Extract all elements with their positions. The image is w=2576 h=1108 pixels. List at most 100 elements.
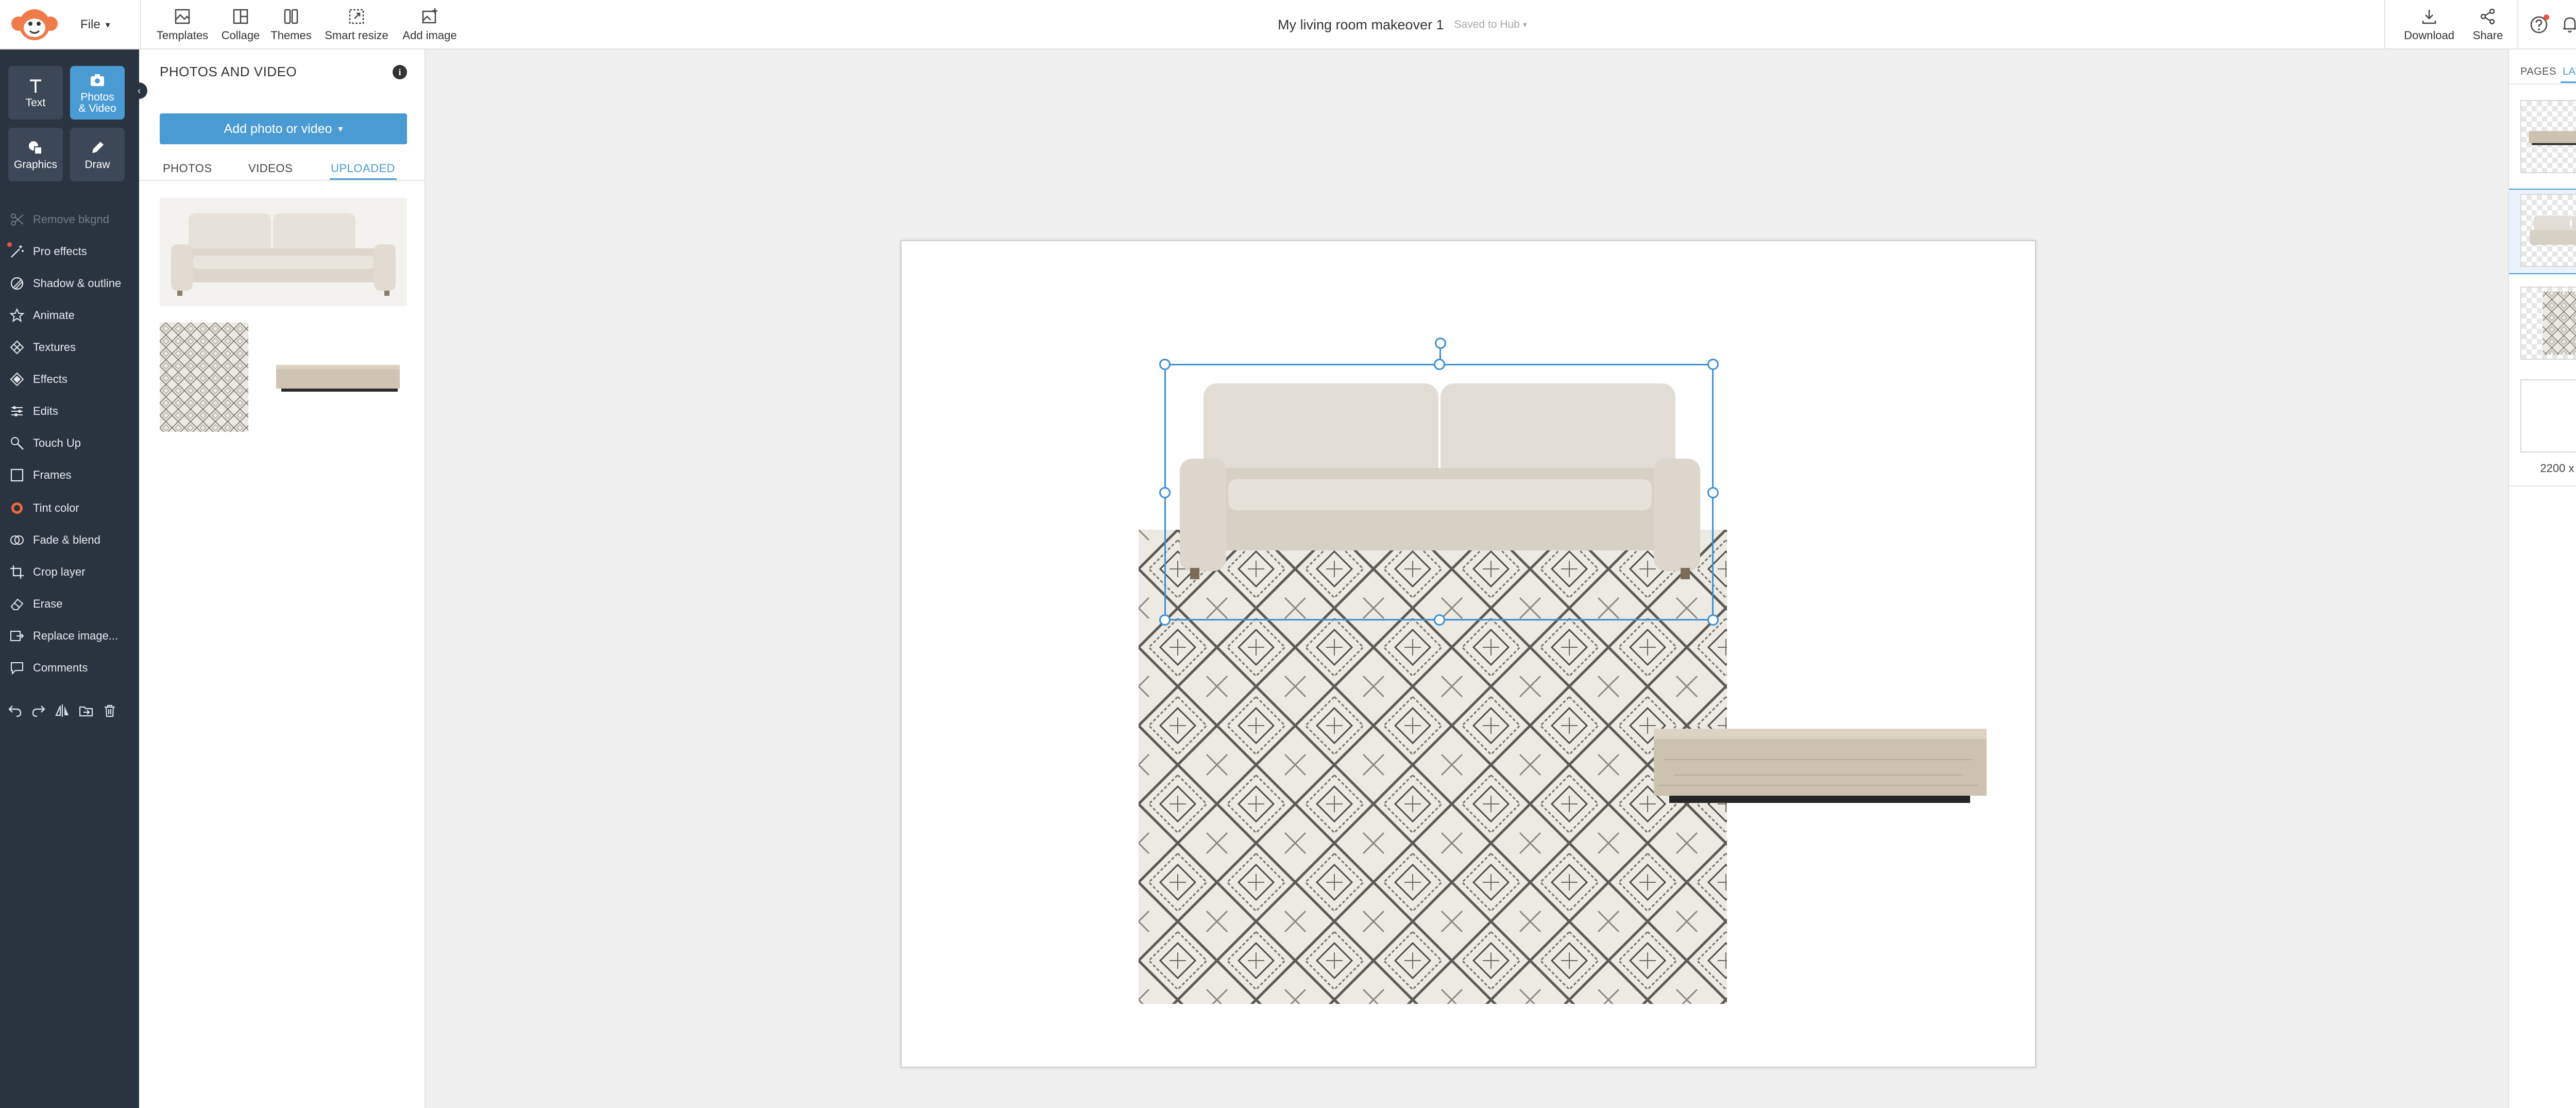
tabs-underline xyxy=(139,180,426,181)
tool-fade-blend[interactable]: Fade & blend xyxy=(0,525,139,556)
pencil-icon xyxy=(92,142,104,153)
tool-crop-layer[interactable]: Crop layer xyxy=(0,557,139,587)
collapse-panel-button[interactable]: ‹ xyxy=(131,82,147,99)
new-feature-dot xyxy=(7,242,12,247)
tool-label: Pro effects xyxy=(33,245,87,258)
templates-icon xyxy=(175,9,190,24)
tool-effects[interactable]: Effects xyxy=(0,364,139,395)
crop-icon xyxy=(10,565,24,579)
tool-replace-image[interactable]: Replace image... xyxy=(0,620,139,651)
effects-icon xyxy=(10,372,24,387)
tool-label: Animate xyxy=(33,309,75,322)
uploaded-table-thumbnail[interactable] xyxy=(261,323,407,432)
resize-handle-top-left[interactable] xyxy=(1159,359,1171,370)
layer-item-background[interactable] xyxy=(2520,379,2576,452)
tool-label: Frames xyxy=(33,468,72,481)
collage-button[interactable]: Collage xyxy=(216,0,265,49)
magic-wand-icon xyxy=(11,245,24,258)
tab-videos[interactable]: VIDEOS xyxy=(248,162,293,175)
document-title[interactable]: My living room makeover 1 xyxy=(1278,17,1444,33)
flip-icon[interactable] xyxy=(55,703,70,718)
eraser-icon xyxy=(10,598,24,610)
graphics-tile-label: Graphics xyxy=(13,159,58,171)
tool-animate[interactable]: Animate xyxy=(0,300,139,331)
add-image-button[interactable]: Add image xyxy=(399,0,461,49)
resize-handle-bottom-left[interactable] xyxy=(1159,614,1171,626)
tab-pages[interactable]: PAGES xyxy=(2520,66,2556,78)
smart-resize-button[interactable]: Smart resize xyxy=(320,0,393,49)
resize-handle-top-right[interactable] xyxy=(1707,359,1719,370)
add-image-icon xyxy=(422,8,437,24)
selection-box[interactable] xyxy=(1159,338,1719,626)
fade-icon xyxy=(10,535,24,545)
tool-erase[interactable]: Erase xyxy=(0,589,139,619)
tool-comments[interactable]: Comments xyxy=(0,652,139,683)
tool-textures[interactable]: Textures xyxy=(0,332,139,363)
uploaded-rug-thumbnail[interactable] xyxy=(160,323,248,432)
text-tile[interactable]: Text xyxy=(8,66,63,120)
tool-label: Effects xyxy=(33,373,67,385)
tool-label: Crop layer xyxy=(33,565,86,578)
download-label: Download xyxy=(2404,29,2454,42)
tool-touch-up[interactable]: Touch Up xyxy=(0,428,139,459)
tool-edits[interactable]: Edits xyxy=(0,396,139,427)
tab-uploaded[interactable]: UPLOADED xyxy=(331,162,395,175)
app-logo[interactable] xyxy=(9,5,60,44)
tool-label: Fade & blend xyxy=(33,533,100,546)
chevron-down-icon[interactable]: ▾ xyxy=(1523,20,1527,30)
trash-icon[interactable] xyxy=(102,703,117,718)
design-canvas[interactable] xyxy=(901,240,2036,1068)
smart-resize-icon xyxy=(349,9,364,24)
resize-handle-bottom[interactable] xyxy=(1434,614,1445,626)
templates-label: Templates xyxy=(156,29,209,42)
star-icon xyxy=(9,308,25,323)
divider xyxy=(2517,0,2518,49)
resize-handle-top[interactable] xyxy=(1434,359,1445,370)
tool-remove-bkgnd[interactable]: Remove bkgnd xyxy=(0,204,139,235)
undo-icon[interactable] xyxy=(7,703,23,718)
tool-label: Touch Up xyxy=(33,437,81,449)
canvas-size-label: 2200 x 1600 xyxy=(2540,462,2576,475)
divider xyxy=(140,0,141,49)
bell-icon[interactable] xyxy=(2561,14,2576,34)
resize-handle-left[interactable] xyxy=(1159,487,1171,498)
resize-handle-bottom-right[interactable] xyxy=(1707,614,1719,626)
resize-handle-right[interactable] xyxy=(1707,487,1719,498)
uploaded-sofa-thumbnail[interactable] xyxy=(160,198,407,306)
rotate-handle[interactable] xyxy=(1435,338,1446,349)
add-photo-label: Add photo or video xyxy=(224,121,332,136)
templates-button[interactable]: Templates xyxy=(152,0,212,49)
document-title-area[interactable]: My living room makeover 1 Saved to Hub ▾ xyxy=(1278,15,1527,34)
tab-layers[interactable]: LAYERS xyxy=(2563,66,2576,78)
help-icon[interactable] xyxy=(2530,14,2549,34)
photos-video-tile[interactable]: Photos & Video xyxy=(70,66,125,120)
collage-icon xyxy=(233,9,248,24)
share-button[interactable]: Share xyxy=(2466,0,2510,49)
file-menu[interactable]: File ▾ xyxy=(80,15,110,34)
tool-pro-effects[interactable]: Pro effects xyxy=(0,236,139,267)
sliders-icon xyxy=(11,406,23,416)
info-icon[interactable]: i xyxy=(393,65,407,79)
camera-icon xyxy=(91,74,104,86)
redo-icon[interactable] xyxy=(31,703,46,718)
tab-active-indicator xyxy=(2561,81,2576,83)
tool-label: Textures xyxy=(33,341,76,354)
tool-label: Shadow & outline xyxy=(33,277,122,290)
add-photo-button[interactable]: Add photo or video ▾ xyxy=(160,113,407,144)
coffee-table-layer[interactable] xyxy=(1654,724,1989,816)
shapes-icon xyxy=(29,141,42,155)
layer-item-coffee-table[interactable] xyxy=(2520,100,2576,173)
left-tool-rail: Text Photos & Video Graphics Draw Remove… xyxy=(0,49,139,1108)
tool-tint-color[interactable]: Tint color xyxy=(0,493,139,524)
draw-tile[interactable]: Draw xyxy=(70,128,125,181)
folder-arrange-icon[interactable] xyxy=(78,703,94,718)
layer-item-rug[interactable] xyxy=(2520,287,2576,360)
graphics-tile[interactable]: Graphics xyxy=(8,128,63,181)
tool-shadow-outline[interactable]: Shadow & outline xyxy=(0,268,139,299)
add-image-label: Add image xyxy=(402,29,457,42)
tool-frames[interactable]: Frames xyxy=(0,460,139,491)
layer-item-sofa[interactable] xyxy=(2520,194,2576,267)
download-button[interactable]: Download xyxy=(2396,0,2463,49)
themes-button[interactable]: Themes xyxy=(268,0,314,49)
tab-photos[interactable]: PHOTOS xyxy=(163,162,212,175)
